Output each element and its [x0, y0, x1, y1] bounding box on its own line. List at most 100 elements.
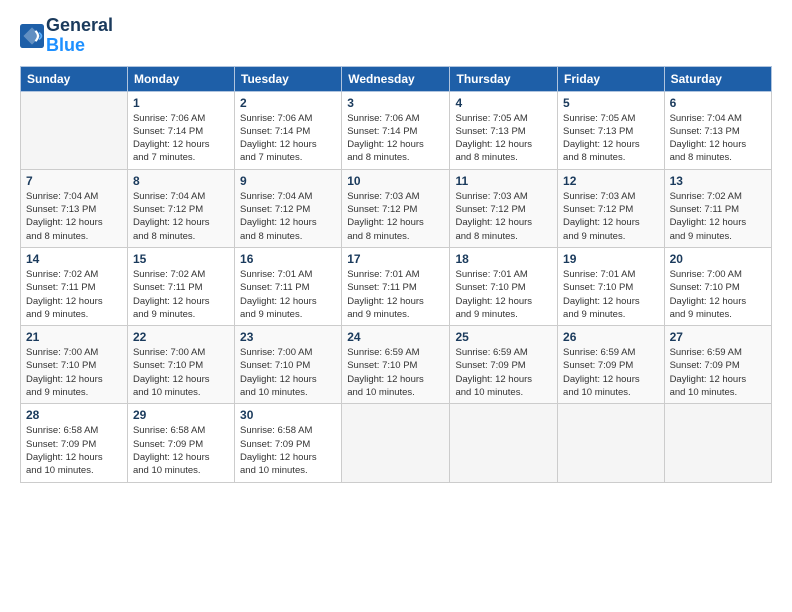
- day-info: Sunrise: 7:01 AMSunset: 7:10 PMDaylight:…: [563, 268, 659, 321]
- day-info: Sunrise: 6:59 AMSunset: 7:09 PMDaylight:…: [455, 346, 552, 399]
- day-number: 24: [347, 330, 444, 344]
- day-number: 9: [240, 174, 336, 188]
- calendar-cell: 18Sunrise: 7:01 AMSunset: 7:10 PMDayligh…: [450, 247, 558, 325]
- week-row-2: 7Sunrise: 7:04 AMSunset: 7:13 PMDaylight…: [21, 169, 772, 247]
- calendar-cell: 9 Sunrise: 7:04 AMSunset: 7:12 PMDaylight…: [235, 169, 342, 247]
- day-number: 1: [133, 96, 229, 110]
- day-number: 28: [26, 408, 122, 422]
- day-info: Sunrise: 7:02 AMSunset: 7:11 PMDaylight:…: [133, 268, 229, 321]
- day-number: 17: [347, 252, 444, 266]
- week-row-4: 21 Sunrise: 7:00 AMSunset: 7:10 PMDayligh…: [21, 326, 772, 404]
- calendar-cell: 16 Sunrise: 7:01 AMSunset: 7:11 PMDayligh…: [235, 247, 342, 325]
- calendar-cell: 8 Sunrise: 7:04 AMSunset: 7:12 PMDaylight…: [127, 169, 234, 247]
- day-number: 21: [26, 330, 122, 344]
- day-number: 6: [670, 96, 766, 110]
- day-number: 14: [26, 252, 122, 266]
- calendar-cell: 7Sunrise: 7:04 AMSunset: 7:13 PMDaylight…: [21, 169, 128, 247]
- day-info: Sunrise: 7:00 AMSunset: 7:10 PMDaylight:…: [133, 346, 229, 399]
- day-header-friday: Friday: [558, 66, 665, 91]
- day-header-tuesday: Tuesday: [235, 66, 342, 91]
- calendar-cell: 25 Sunrise: 6:59 AMSunset: 7:09 PMDayligh…: [450, 326, 558, 404]
- day-info: Sunrise: 6:58 AMSunset: 7:09 PMDaylight:…: [133, 424, 229, 477]
- day-number: 25: [455, 330, 552, 344]
- day-header-saturday: Saturday: [664, 66, 771, 91]
- calendar-cell: 23 Sunrise: 7:00 AMSunset: 7:10 PMDayligh…: [235, 326, 342, 404]
- calendar-cell: 6Sunrise: 7:04 AMSunset: 7:13 PMDaylight…: [664, 91, 771, 169]
- day-info: Sunrise: 7:04 AMSunset: 7:12 PMDaylight:…: [133, 190, 229, 243]
- day-info: Sunrise: 7:03 AMSunset: 7:12 PMDaylight:…: [347, 190, 444, 243]
- day-info: Sunrise: 6:58 AMSunset: 7:09 PMDaylight:…: [240, 424, 336, 477]
- calendar-cell: 3 Sunrise: 7:06 AMSunset: 7:14 PMDaylight…: [342, 91, 450, 169]
- calendar-cell: 5 Sunrise: 7:05 AMSunset: 7:13 PMDaylight…: [558, 91, 665, 169]
- day-info: Sunrise: 6:59 AMSunset: 7:09 PMDaylight:…: [563, 346, 659, 399]
- day-number: 30: [240, 408, 336, 422]
- day-number: 27: [670, 330, 766, 344]
- day-number: 11: [455, 174, 552, 188]
- day-info: Sunrise: 7:02 AMSunset: 7:11 PMDaylight:…: [26, 268, 122, 321]
- day-number: 12: [563, 174, 659, 188]
- calendar-cell: 27 Sunrise: 6:59 AMSunset: 7:09 PMDayligh…: [664, 326, 771, 404]
- day-number: 8: [133, 174, 229, 188]
- day-info: Sunrise: 6:59 AMSunset: 7:09 PMDaylight:…: [670, 346, 766, 399]
- day-info: Sunrise: 7:00 AMSunset: 7:10 PMDaylight:…: [26, 346, 122, 399]
- calendar-cell: 22 Sunrise: 7:00 AMSunset: 7:10 PMDayligh…: [127, 326, 234, 404]
- calendar-cell: 12 Sunrise: 7:03 AMSunset: 7:12 PMDayligh…: [558, 169, 665, 247]
- day-info: Sunrise: 6:59 AMSunset: 7:10 PMDaylight:…: [347, 346, 444, 399]
- calendar-cell: 20 Sunrise: 7:00 AMSunset: 7:10 PMDayligh…: [664, 247, 771, 325]
- day-number: 10: [347, 174, 444, 188]
- logo-icon: [20, 24, 44, 48]
- calendar-cell: 17 Sunrise: 7:01 AMSunset: 7:11 PMDayligh…: [342, 247, 450, 325]
- day-header-monday: Monday: [127, 66, 234, 91]
- week-row-5: 28 Sunrise: 6:58 AMSunset: 7:09 PMDayligh…: [21, 404, 772, 482]
- calendar-cell: 13 Sunrise: 7:02 AMSunset: 7:11 PMDayligh…: [664, 169, 771, 247]
- calendar-cell: 2Sunrise: 7:06 AMSunset: 7:14 PMDaylight…: [235, 91, 342, 169]
- day-info: Sunrise: 7:00 AMSunset: 7:10 PMDaylight:…: [240, 346, 336, 399]
- calendar-cell: [664, 404, 771, 482]
- calendar-cell: [21, 91, 128, 169]
- calendar-cell: 21 Sunrise: 7:00 AMSunset: 7:10 PMDayligh…: [21, 326, 128, 404]
- day-number: 3: [347, 96, 444, 110]
- logo-second-line: Blue: [46, 36, 113, 56]
- day-info: Sunrise: 7:03 AMSunset: 7:12 PMDaylight:…: [563, 190, 659, 243]
- week-row-3: 14 Sunrise: 7:02 AMSunset: 7:11 PMDayligh…: [21, 247, 772, 325]
- day-info: Sunrise: 7:00 AMSunset: 7:10 PMDaylight:…: [670, 268, 766, 321]
- calendar-cell: 10 Sunrise: 7:03 AMSunset: 7:12 PMDayligh…: [342, 169, 450, 247]
- day-header-sunday: Sunday: [21, 66, 128, 91]
- calendar-cell: [342, 404, 450, 482]
- day-number: 22: [133, 330, 229, 344]
- day-header-wednesday: Wednesday: [342, 66, 450, 91]
- calendar-cell: 19 Sunrise: 7:01 AMSunset: 7:10 PMDayligh…: [558, 247, 665, 325]
- day-number: 2: [240, 96, 336, 110]
- day-number: 19: [563, 252, 659, 266]
- day-info: Sunrise: 7:01 AMSunset: 7:11 PMDaylight:…: [240, 268, 336, 321]
- day-number: 20: [670, 252, 766, 266]
- day-info: Sunrise: 7:06 AMSunset: 7:14 PMDaylight:…: [347, 112, 444, 165]
- day-info: Sunrise: 7:02 AMSunset: 7:11 PMDaylight:…: [670, 190, 766, 243]
- day-info: Sunrise: 7:04 AMSunset: 7:12 PMDaylight:…: [240, 190, 336, 243]
- day-number: 4: [455, 96, 552, 110]
- day-number: 23: [240, 330, 336, 344]
- day-number: 29: [133, 408, 229, 422]
- day-number: 16: [240, 252, 336, 266]
- day-number: 18: [455, 252, 552, 266]
- day-number: 13: [670, 174, 766, 188]
- day-info: Sunrise: 7:05 AMSunset: 7:13 PMDaylight:…: [563, 112, 659, 165]
- logo: General Blue: [20, 16, 113, 56]
- day-info: Sunrise: 7:04 AMSunset: 7:13 PMDaylight:…: [26, 190, 122, 243]
- day-number: 15: [133, 252, 229, 266]
- day-info: Sunrise: 7:01 AMSunset: 7:11 PMDaylight:…: [347, 268, 444, 321]
- day-info: Sunrise: 6:58 AMSunset: 7:09 PMDaylight:…: [26, 424, 122, 477]
- calendar-cell: 11 Sunrise: 7:03 AMSunset: 7:12 PMDayligh…: [450, 169, 558, 247]
- calendar-table: SundayMondayTuesdayWednesdayThursdayFrid…: [20, 66, 772, 483]
- day-number: 5: [563, 96, 659, 110]
- day-info: Sunrise: 7:06 AMSunset: 7:14 PMDaylight:…: [133, 112, 229, 165]
- calendar-cell: 29 Sunrise: 6:58 AMSunset: 7:09 PMDayligh…: [127, 404, 234, 482]
- day-info: Sunrise: 7:05 AMSunset: 7:13 PMDaylight:…: [455, 112, 552, 165]
- day-number: 26: [563, 330, 659, 344]
- week-row-1: 1 Sunrise: 7:06 AMSunset: 7:14 PMDaylight…: [21, 91, 772, 169]
- day-info: Sunrise: 7:03 AMSunset: 7:12 PMDaylight:…: [455, 190, 552, 243]
- calendar-cell: 14 Sunrise: 7:02 AMSunset: 7:11 PMDayligh…: [21, 247, 128, 325]
- calendar-cell: 4 Sunrise: 7:05 AMSunset: 7:13 PMDaylight…: [450, 91, 558, 169]
- day-header-thursday: Thursday: [450, 66, 558, 91]
- calendar-cell: 30 Sunrise: 6:58 AMSunset: 7:09 PMDayligh…: [235, 404, 342, 482]
